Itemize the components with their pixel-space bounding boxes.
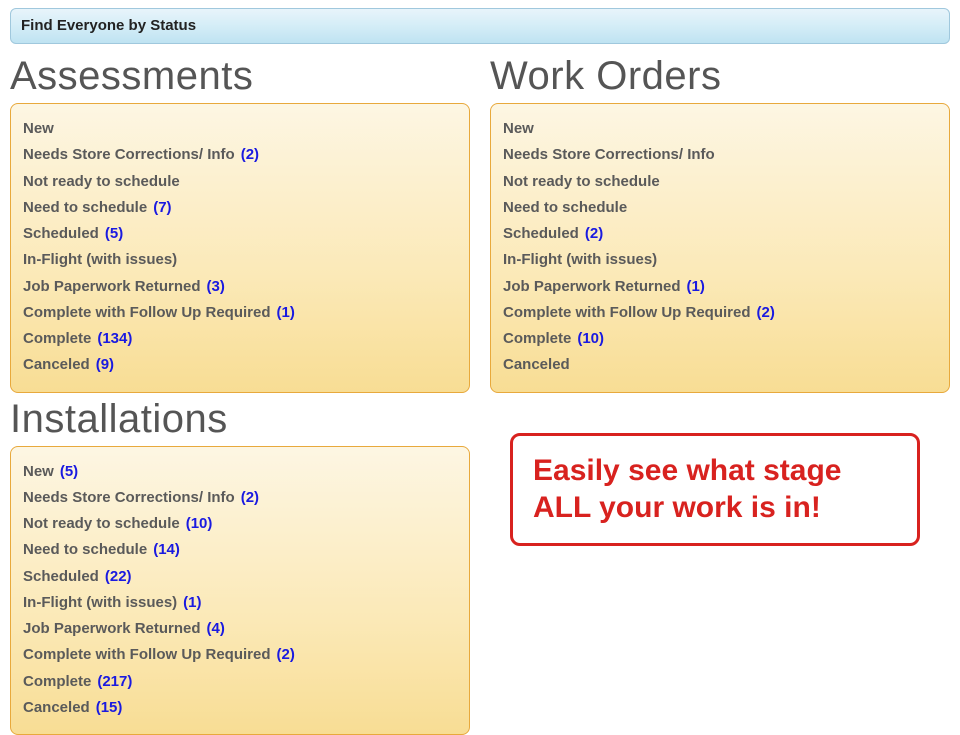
status-count: (217): [97, 670, 132, 693]
status-count: (2): [757, 301, 775, 324]
status-count: (2): [277, 643, 295, 666]
status-row[interactable]: Need to schedule (14): [23, 538, 457, 561]
status-label: In-Flight (with issues): [503, 248, 657, 271]
status-row[interactable]: New: [23, 117, 457, 140]
status-row[interactable]: Not ready to schedule: [503, 170, 937, 193]
status-label: New: [23, 117, 54, 140]
status-row[interactable]: New (5): [23, 460, 457, 483]
status-label: In-Flight (with issues): [23, 248, 177, 271]
status-label: Complete with Follow Up Required: [23, 301, 271, 324]
status-row[interactable]: Needs Store Corrections/ Info: [503, 143, 937, 166]
status-row[interactable]: Need to schedule: [503, 196, 937, 219]
status-label: Complete: [503, 327, 571, 350]
status-row[interactable]: Job Paperwork Returned (4): [23, 617, 457, 640]
status-label: Job Paperwork Returned: [23, 275, 201, 298]
status-label: Canceled: [23, 696, 90, 719]
status-count: (5): [105, 222, 123, 245]
status-row[interactable]: New: [503, 117, 937, 140]
status-label: Need to schedule: [503, 196, 627, 219]
status-row[interactable]: Complete (217): [23, 670, 457, 693]
status-row[interactable]: Complete with Follow Up Required (1): [23, 301, 457, 324]
status-row[interactable]: Needs Store Corrections/ Info (2): [23, 486, 457, 509]
status-count: (2): [585, 222, 603, 245]
status-label: Needs Store Corrections/ Info: [23, 486, 235, 509]
status-row[interactable]: Complete with Follow Up Required (2): [23, 643, 457, 666]
status-count: (7): [153, 196, 171, 219]
status-label: Scheduled: [23, 565, 99, 588]
status-count: (1): [277, 301, 295, 324]
status-count: (22): [105, 565, 132, 588]
status-label: Scheduled: [503, 222, 579, 245]
status-label: Need to schedule: [23, 538, 147, 561]
status-label: Job Paperwork Returned: [503, 275, 681, 298]
right-column: Work Orders New Needs Store Corrections/…: [490, 50, 950, 735]
status-count: (1): [687, 275, 705, 298]
status-label: Complete with Follow Up Required: [23, 643, 271, 666]
main-columns: Assessments New Needs Store Corrections/…: [10, 50, 950, 735]
status-label: Canceled: [503, 353, 570, 376]
status-count: (10): [186, 512, 213, 535]
status-row[interactable]: Not ready to schedule: [23, 170, 457, 193]
status-row[interactable]: Need to schedule (7): [23, 196, 457, 219]
status-label: Not ready to schedule: [503, 170, 660, 193]
status-count: (15): [96, 696, 123, 719]
assessments-panel: New Needs Store Corrections/ Info (2) Not…: [10, 103, 470, 393]
status-label: New: [503, 117, 534, 140]
status-label: Complete: [23, 327, 91, 350]
status-label: Needs Store Corrections/ Info: [503, 143, 715, 166]
status-row[interactable]: Complete with Follow Up Required (2): [503, 301, 937, 324]
installations-title: Installations: [10, 397, 470, 442]
status-label: Not ready to schedule: [23, 170, 180, 193]
status-label: In-Flight (with issues): [23, 591, 177, 614]
status-label: Complete: [23, 670, 91, 693]
status-count: (14): [153, 538, 180, 561]
header-title: Find Everyone by Status: [21, 17, 196, 34]
status-row[interactable]: Complete (10): [503, 327, 937, 350]
status-label: Need to schedule: [23, 196, 147, 219]
left-column: Assessments New Needs Store Corrections/…: [10, 50, 470, 735]
status-count: (134): [97, 327, 132, 350]
status-row[interactable]: Needs Store Corrections/ Info (2): [23, 143, 457, 166]
status-label: Complete with Follow Up Required: [503, 301, 751, 324]
status-row[interactable]: Scheduled (22): [23, 565, 457, 588]
status-row[interactable]: In-Flight (with issues): [503, 248, 937, 271]
status-count: (2): [241, 143, 259, 166]
status-row[interactable]: In-Flight (with issues): [23, 248, 457, 271]
status-label: Needs Store Corrections/ Info: [23, 143, 235, 166]
status-count: (1): [183, 591, 201, 614]
promo-callout: Easily see what stage ALL your work is i…: [510, 433, 920, 546]
status-label: Not ready to schedule: [23, 512, 180, 535]
status-row[interactable]: In-Flight (with issues) (1): [23, 591, 457, 614]
workorders-panel: New Needs Store Corrections/ Info Not re…: [490, 103, 950, 393]
status-row[interactable]: Complete (134): [23, 327, 457, 350]
workorders-title: Work Orders: [490, 54, 950, 99]
status-row[interactable]: Not ready to schedule (10): [23, 512, 457, 535]
status-label: Job Paperwork Returned: [23, 617, 201, 640]
status-row[interactable]: Job Paperwork Returned (3): [23, 275, 457, 298]
status-count: (2): [241, 486, 259, 509]
status-count: (5): [60, 460, 78, 483]
status-count: (4): [207, 617, 225, 640]
callout-line1: Easily see what stage: [533, 452, 897, 490]
find-everyone-header[interactable]: Find Everyone by Status: [10, 8, 950, 44]
status-row[interactable]: Canceled: [503, 353, 937, 376]
status-row[interactable]: Canceled (9): [23, 353, 457, 376]
status-row[interactable]: Scheduled (2): [503, 222, 937, 245]
status-count: (10): [577, 327, 604, 350]
status-count: (3): [207, 275, 225, 298]
status-row[interactable]: Canceled (15): [23, 696, 457, 719]
status-label: New: [23, 460, 54, 483]
status-row[interactable]: Job Paperwork Returned (1): [503, 275, 937, 298]
callout-line2: ALL your work is in!: [533, 489, 897, 527]
status-row[interactable]: Scheduled (5): [23, 222, 457, 245]
status-label: Scheduled: [23, 222, 99, 245]
assessments-title: Assessments: [10, 54, 470, 99]
installations-panel: New (5) Needs Store Corrections/ Info (2)…: [10, 446, 470, 735]
status-label: Canceled: [23, 353, 90, 376]
status-count: (9): [96, 353, 114, 376]
